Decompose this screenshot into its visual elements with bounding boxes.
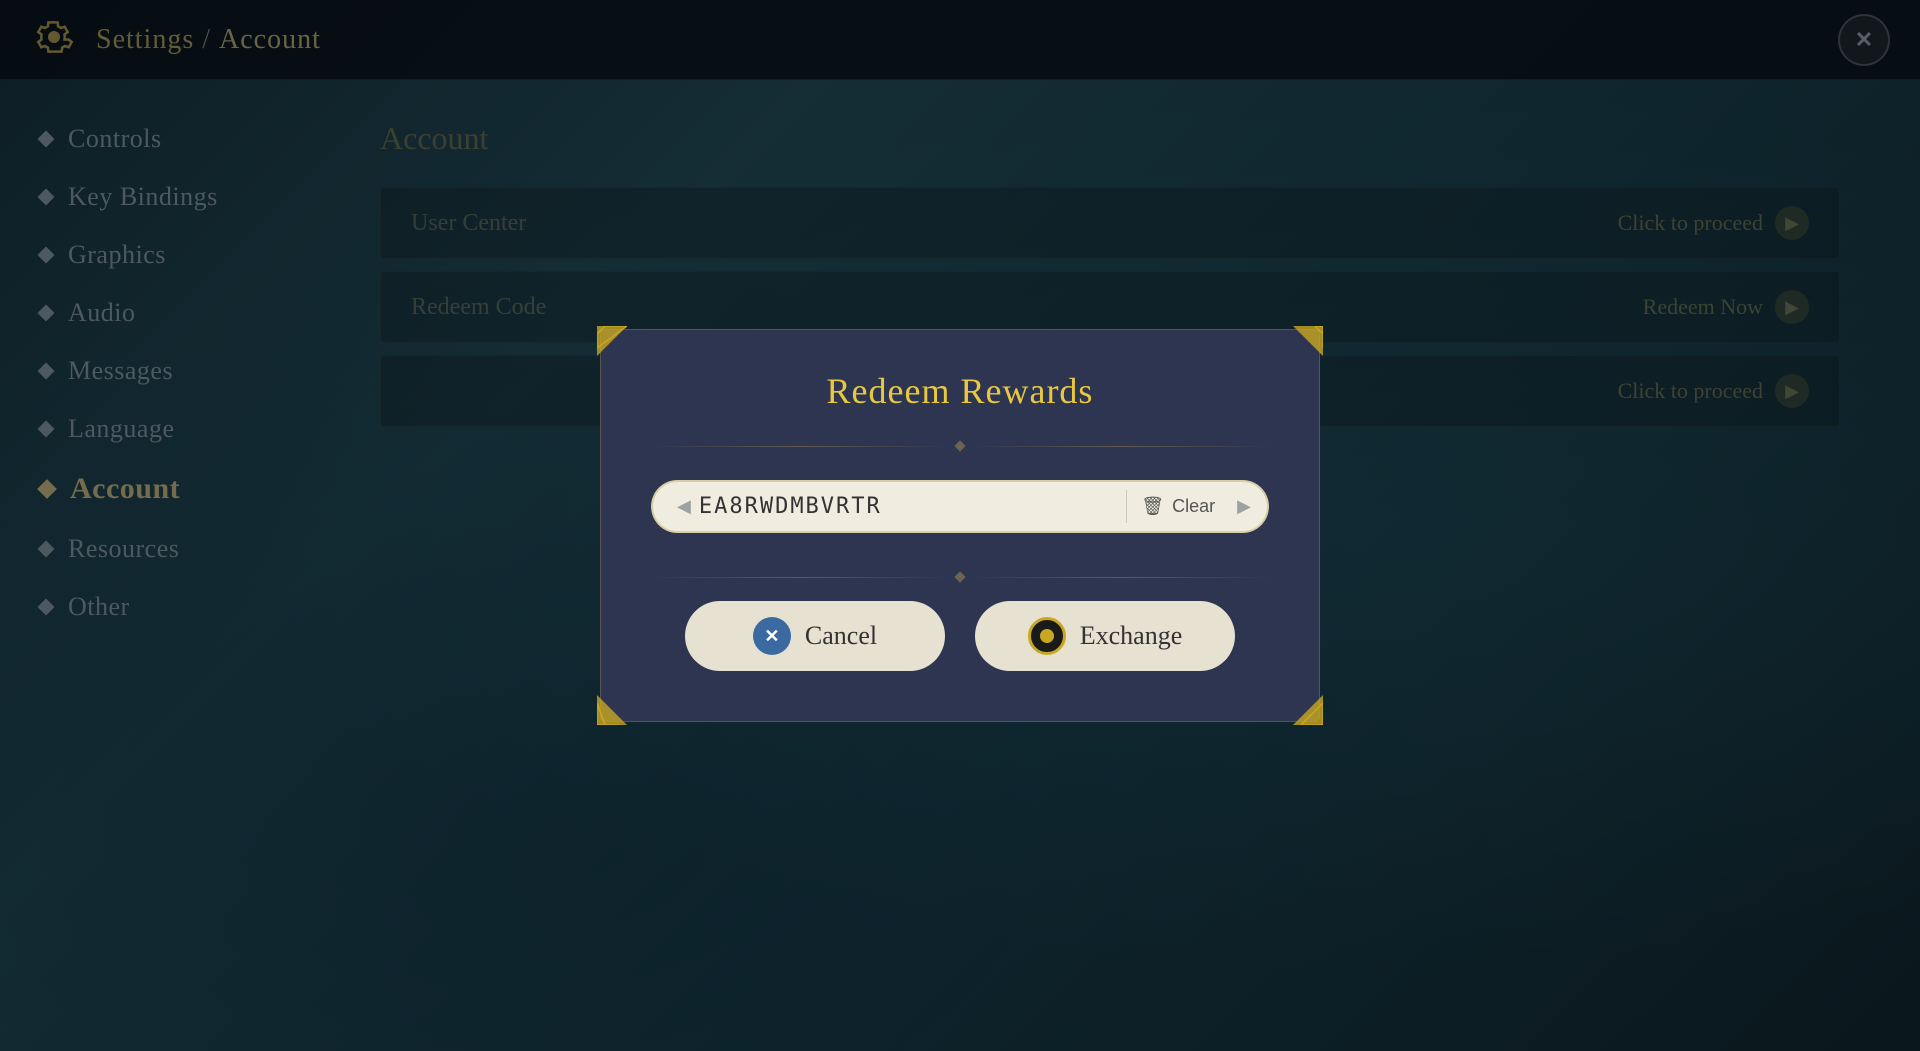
- corner-tl-decoration: [597, 326, 627, 356]
- clear-label: Clear: [1172, 496, 1215, 517]
- deco-line-top: [651, 442, 1269, 450]
- deco-line-right: [972, 446, 1269, 447]
- exchange-label: Exchange: [1080, 621, 1183, 651]
- deco-diamond-b: [954, 571, 965, 582]
- modal-overlay: Redeem Rewards ◀ 🗑 Clear ▶ ✕: [0, 0, 1920, 1051]
- cancel-label: Cancel: [805, 621, 877, 651]
- code-input-container: ◀ 🗑 Clear ▶: [651, 480, 1269, 533]
- deco-line-right-b: [972, 577, 1269, 578]
- cancel-button[interactable]: ✕ Cancel: [685, 601, 945, 671]
- modal-title: Redeem Rewards: [651, 370, 1269, 412]
- o-icon-inner: [1040, 629, 1054, 643]
- modal-buttons: ✕ Cancel Exchange: [651, 601, 1269, 671]
- deco-line-left: [651, 446, 948, 447]
- o-icon: [1028, 617, 1066, 655]
- corner-br-decoration: [1293, 695, 1323, 725]
- x-icon: ✕: [753, 617, 791, 655]
- input-arrow-left-icon: ◀: [677, 496, 691, 517]
- deco-line-bottom: [651, 573, 1269, 581]
- exchange-button[interactable]: Exchange: [975, 601, 1235, 671]
- input-arrow-right-icon: ▶: [1237, 496, 1251, 517]
- redeem-modal: Redeem Rewards ◀ 🗑 Clear ▶ ✕: [600, 329, 1320, 722]
- corner-bl-decoration: [597, 695, 627, 725]
- corner-tr-decoration: [1293, 326, 1323, 356]
- deco-line-left-b: [651, 577, 948, 578]
- redemption-code-input[interactable]: [699, 494, 1126, 519]
- clear-button[interactable]: 🗑 Clear: [1126, 490, 1229, 523]
- deco-diamond: [954, 440, 965, 451]
- trash-icon: 🗑: [1141, 496, 1164, 517]
